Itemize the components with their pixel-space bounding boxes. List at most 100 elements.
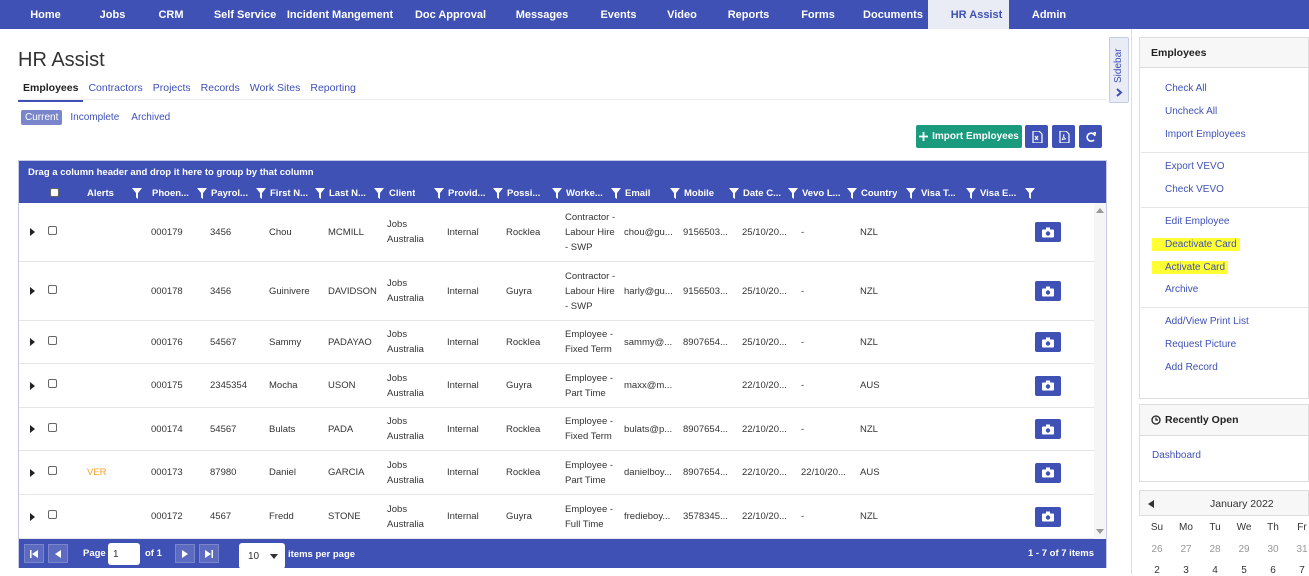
calendar-day[interactable]: 3 xyxy=(1172,565,1200,576)
checkbox[interactable] xyxy=(48,335,57,345)
calendar-day[interactable]: 27 xyxy=(1172,544,1200,555)
row-select-checkbox[interactable] xyxy=(48,262,57,320)
row-select-checkbox[interactable] xyxy=(48,203,57,261)
calendar-day[interactable]: 31 xyxy=(1288,544,1309,555)
nav-item-doc-approval[interactable]: Doc Approval xyxy=(393,0,492,29)
nav-item-crm[interactable]: CRM xyxy=(134,0,192,29)
export-pdf-button[interactable] xyxy=(1052,125,1075,148)
select-all-checkbox[interactable] xyxy=(50,188,59,197)
nav-item-home[interactable]: Home xyxy=(0,0,75,29)
checkbox[interactable] xyxy=(48,225,57,235)
nav-item-jobs[interactable]: Jobs xyxy=(75,0,134,29)
nav-item-reports[interactable]: Reports xyxy=(703,0,778,29)
menu-item-add-view-print-list[interactable]: Add/View Print List xyxy=(1152,316,1249,327)
filter-icon[interactable] xyxy=(906,188,916,199)
first-page-button[interactable] xyxy=(24,544,44,563)
previous-page-button[interactable] xyxy=(48,544,68,563)
subtab-current[interactable]: Current xyxy=(21,110,63,125)
filter-icon[interactable] xyxy=(493,188,503,199)
table-row[interactable]: 000176 54567 Sammy PADAYAO Jobs Australia Int… xyxy=(19,321,1094,364)
row-select-checkbox[interactable] xyxy=(48,321,57,363)
filter-icon[interactable] xyxy=(729,188,739,199)
scroll-up-arrow-icon[interactable] xyxy=(1096,208,1104,213)
row-select-checkbox[interactable] xyxy=(48,495,57,538)
subtab-archived[interactable]: Archived xyxy=(127,110,174,125)
nav-item-hr-assist[interactable]: HR Assist xyxy=(928,0,1009,29)
import-employees-button[interactable]: Import Employees xyxy=(916,125,1022,148)
calendar-day[interactable]: 26 xyxy=(1143,544,1171,555)
menu-item-uncheck-all[interactable]: Uncheck All xyxy=(1152,106,1217,117)
filter-icon[interactable] xyxy=(847,188,857,199)
filter-icon[interactable] xyxy=(434,188,444,199)
checkbox[interactable] xyxy=(48,422,57,432)
filter-icon[interactable] xyxy=(132,188,142,199)
table-row[interactable]: 000174 54567 Bulats PADA Jobs Australia Inter… xyxy=(19,408,1094,451)
camera-button[interactable] xyxy=(1035,222,1061,242)
filter-icon[interactable] xyxy=(552,188,562,199)
filter-icon[interactable] xyxy=(1025,188,1035,199)
camera-button[interactable] xyxy=(1035,281,1061,301)
table-row[interactable]: 000172 4567 Fredd STONE Jobs Australia Intern… xyxy=(19,495,1094,539)
scroll-down-arrow-icon[interactable] xyxy=(1096,529,1104,534)
nav-item-incident-mangement[interactable]: Incident Mangement xyxy=(282,0,393,29)
filter-icon[interactable] xyxy=(197,188,207,199)
row-expand-button[interactable] xyxy=(30,262,35,320)
recent-item-dashboard[interactable]: Dashboard xyxy=(1152,450,1201,461)
menu-item-edit-employee[interactable]: Edit Employee xyxy=(1152,216,1229,227)
menu-item-add-record[interactable]: Add Record xyxy=(1152,362,1218,373)
menu-item-activate-card[interactable]: Activate Card xyxy=(1152,261,1229,274)
filter-icon[interactable] xyxy=(788,188,798,199)
sidebar-toggle[interactable]: Sidebar xyxy=(1109,37,1129,103)
filter-icon[interactable] xyxy=(670,188,680,199)
camera-button[interactable] xyxy=(1035,332,1061,352)
nav-item-admin[interactable]: Admin xyxy=(1009,0,1073,29)
table-row[interactable]: 000178 3456 Guinivere DAVIDSON Jobs Australi… xyxy=(19,262,1094,321)
calendar-day[interactable]: 28 xyxy=(1201,544,1229,555)
camera-button[interactable] xyxy=(1035,506,1061,527)
row-select-checkbox[interactable] xyxy=(48,451,57,494)
row-expand-button[interactable] xyxy=(30,451,35,494)
table-row[interactable]: 000179 3456 Chou MCMILL Jobs Australia Intern… xyxy=(19,203,1094,262)
calendar-day[interactable]: 6 xyxy=(1259,565,1287,576)
row-expand-button[interactable] xyxy=(30,321,35,363)
calendar-day[interactable]: 7 xyxy=(1288,565,1309,576)
checkbox[interactable] xyxy=(48,284,57,294)
filter-icon[interactable] xyxy=(611,188,621,199)
row-expand-button[interactable] xyxy=(30,364,35,407)
items-per-page-select[interactable]: 10 xyxy=(239,543,285,569)
nav-item-self-service[interactable]: Self Service xyxy=(192,0,282,29)
filter-icon[interactable] xyxy=(256,188,266,199)
camera-button[interactable] xyxy=(1035,462,1061,483)
filter-icon[interactable] xyxy=(374,188,384,199)
row-select-checkbox[interactable] xyxy=(48,364,57,407)
menu-item-import-employees[interactable]: Import Employees xyxy=(1152,129,1246,140)
menu-item-check-vevo[interactable]: Check VEVO xyxy=(1152,184,1224,195)
page-number-input[interactable]: 1 xyxy=(108,543,140,565)
camera-button[interactable] xyxy=(1035,375,1061,396)
calendar-prev-icon[interactable] xyxy=(1148,500,1154,508)
calendar-day[interactable]: 29 xyxy=(1230,544,1258,555)
calendar-day[interactable]: 30 xyxy=(1259,544,1287,555)
refresh-button[interactable] xyxy=(1079,125,1102,148)
last-page-button[interactable] xyxy=(199,544,219,563)
next-page-button[interactable] xyxy=(175,544,195,563)
grid-vertical-scrollbar[interactable] xyxy=(1094,203,1106,539)
checkbox[interactable] xyxy=(48,510,57,519)
checkbox[interactable] xyxy=(48,379,57,388)
row-expand-button[interactable] xyxy=(30,408,35,450)
table-row[interactable]: VER 000173 87980 Daniel GARCIA Jobs Australia… xyxy=(19,451,1094,495)
menu-item-check-all[interactable]: Check All xyxy=(1152,83,1207,94)
filter-icon[interactable] xyxy=(966,188,976,199)
nav-item-video[interactable]: Video xyxy=(645,0,703,29)
calendar-month[interactable]: January 2022 xyxy=(1210,498,1274,510)
calendar-day[interactable]: 2 xyxy=(1143,565,1171,576)
row-expand-button[interactable] xyxy=(30,203,35,261)
subtab-incomplete[interactable]: Incomplete xyxy=(66,110,123,125)
menu-item-archive[interactable]: Archive xyxy=(1152,284,1198,295)
checkbox[interactable] xyxy=(48,466,57,475)
row-select-checkbox[interactable] xyxy=(48,408,57,450)
nav-item-messages[interactable]: Messages xyxy=(492,0,576,29)
menu-item-request-picture[interactable]: Request Picture xyxy=(1152,339,1236,350)
row-expand-button[interactable] xyxy=(30,495,35,538)
nav-item-forms[interactable]: Forms xyxy=(778,0,842,29)
